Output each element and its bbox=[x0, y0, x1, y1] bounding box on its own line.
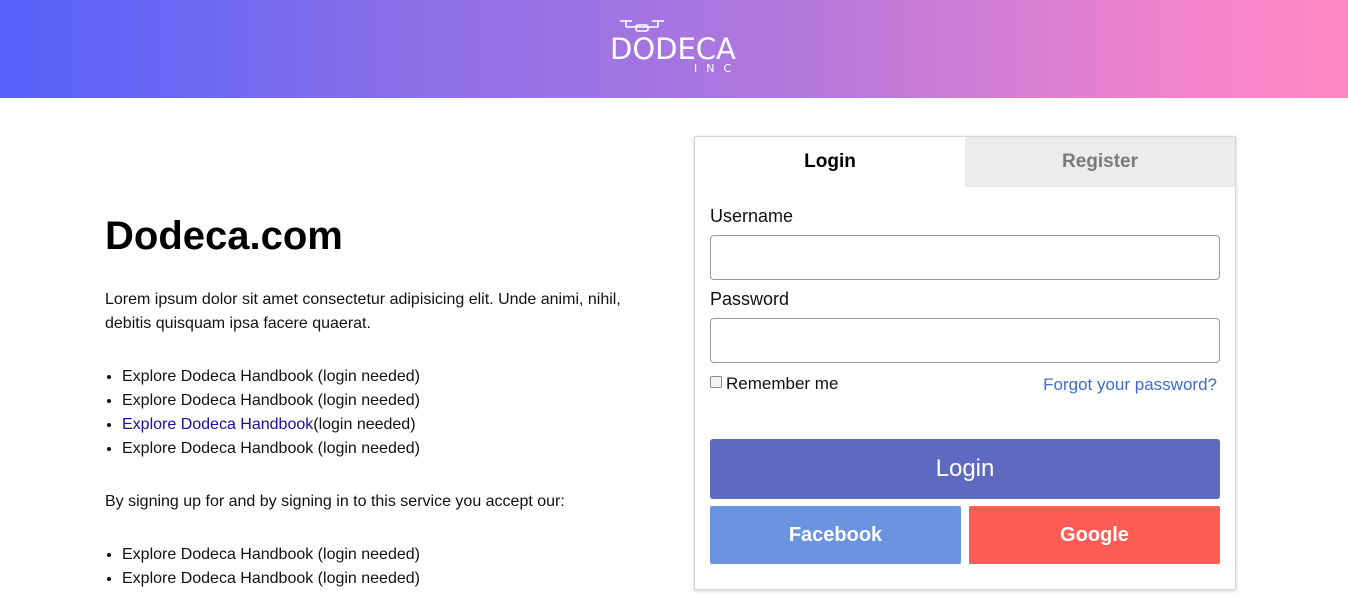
list-item: Explore Dodeca Handbook (login needed) bbox=[122, 365, 645, 389]
intro-description: Lorem ipsum dolor sit amet consectetur a… bbox=[105, 291, 621, 332]
list-item: Explore Dodeca Handbook (login needed) bbox=[122, 543, 645, 567]
password-input[interactable] bbox=[710, 318, 1220, 363]
username-label: Username bbox=[710, 206, 794, 226]
username-input[interactable] bbox=[710, 235, 1220, 280]
forgot-password-link[interactable]: Forgot your password? bbox=[1043, 374, 1217, 396]
password-label: Password bbox=[710, 289, 790, 309]
tab-login[interactable]: Login bbox=[695, 137, 965, 187]
list-item-suffix: (login needed) bbox=[313, 416, 416, 433]
handbook-link[interactable]: Explore Dodeca Handbook bbox=[122, 416, 313, 433]
handbook-list: Explore Dodeca Handbook (login needed) E… bbox=[105, 365, 645, 461]
header-banner: DODECA INC bbox=[0, 0, 1348, 98]
remember-me: Remember me bbox=[710, 373, 838, 395]
login-button[interactable]: Login bbox=[710, 439, 1220, 499]
auth-tabs: Login Register bbox=[695, 137, 1235, 187]
list-item: Explore Dodeca Handbook(login needed) bbox=[122, 413, 645, 437]
auth-card: Login Register Username Password Remembe… bbox=[694, 136, 1236, 590]
list-item: Explore Dodeca Handbook (login needed) bbox=[122, 567, 645, 591]
remember-label: Remember me bbox=[726, 374, 839, 393]
intro-section: Dodeca.com Lorem ipsum dolor sit amet co… bbox=[105, 200, 645, 591]
terms-intro: By signing up for and by signing in to t… bbox=[105, 493, 565, 510]
brand-name: DODECA bbox=[610, 32, 736, 66]
google-login-button[interactable]: Google bbox=[969, 506, 1220, 564]
brand-subtitle: INC bbox=[694, 62, 741, 75]
tab-register[interactable]: Register bbox=[965, 137, 1235, 187]
brand-logo[interactable]: DODECA INC bbox=[610, 18, 742, 80]
terms-list: Explore Dodeca Handbook (login needed) E… bbox=[105, 543, 645, 591]
facebook-login-button[interactable]: Facebook bbox=[710, 506, 961, 564]
remember-checkbox[interactable] bbox=[710, 376, 722, 388]
site-title: Dodeca.com bbox=[105, 214, 343, 258]
list-item: Explore Dodeca Handbook (login needed) bbox=[122, 437, 645, 461]
list-item: Explore Dodeca Handbook (login needed) bbox=[122, 389, 645, 413]
